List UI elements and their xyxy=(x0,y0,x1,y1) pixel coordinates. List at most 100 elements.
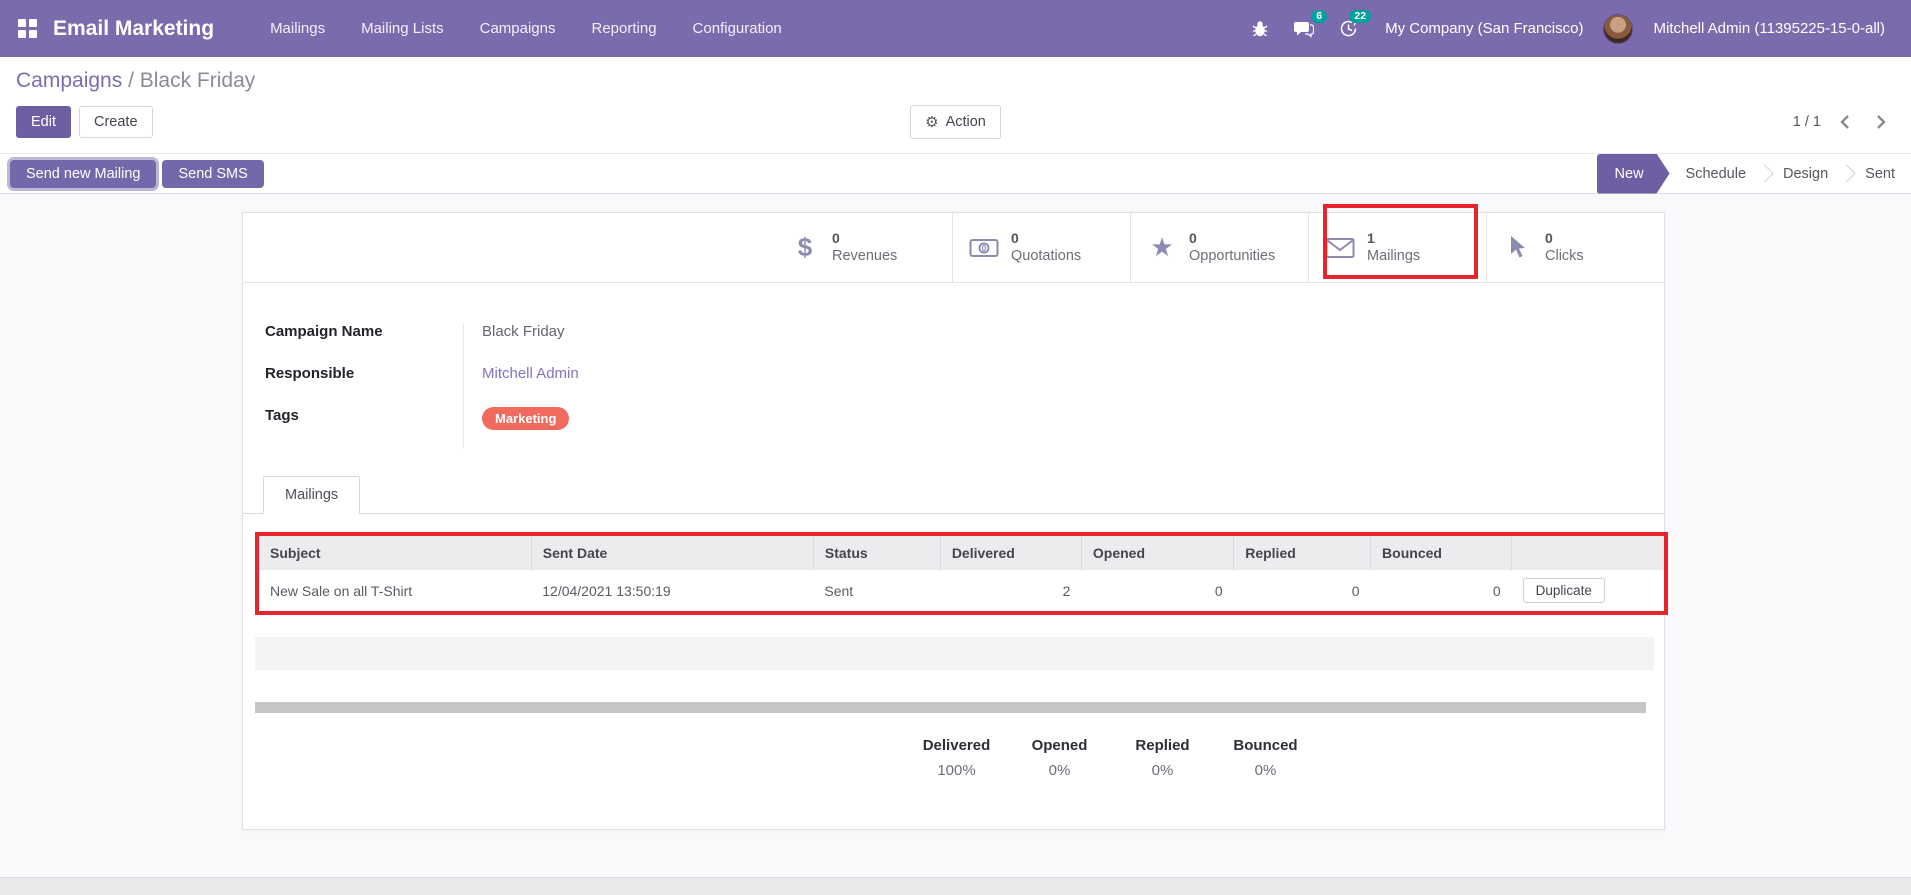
control-panel: Campaigns / Black Friday Edit Create ⚙ Ac… xyxy=(0,57,1911,153)
kpi-delivered: Delivered 100% xyxy=(905,737,1008,779)
nav-item-mailing-lists[interactable]: Mailing Lists xyxy=(347,12,458,45)
app-title[interactable]: Email Marketing xyxy=(53,17,214,41)
edit-button[interactable]: Edit xyxy=(16,106,71,138)
tab-mailings[interactable]: Mailings xyxy=(263,476,361,514)
apps-grid-icon[interactable] xyxy=(18,19,37,38)
stage-sent[interactable]: Sent xyxy=(1849,154,1911,193)
clicks-label: Clicks xyxy=(1545,248,1584,265)
campaign-form-card: $ 0 Revenues 0 0 Quotations ★ 0 Opportun… xyxy=(242,204,1668,830)
kpi-replied: Replied 0% xyxy=(1111,737,1214,779)
stat-button-opportunities[interactable]: ★ 0 Opportunities xyxy=(1130,213,1308,282)
nav-item-mailings[interactable]: Mailings xyxy=(256,12,339,45)
column-bounced[interactable]: Bounced xyxy=(1370,536,1512,570)
kpi-opened-value: 0% xyxy=(1048,762,1071,779)
mailings-value: 1 xyxy=(1367,229,1375,246)
messages-icon[interactable]: 6 xyxy=(1287,9,1328,46)
action-label: Action xyxy=(945,114,986,130)
stage-pipeline: New Schedule Design Sent xyxy=(1597,154,1911,193)
send-sms-button[interactable]: Send SMS xyxy=(162,159,264,188)
kpi-opened: Opened 0% xyxy=(1008,737,1111,779)
kpi-replied-label: Replied xyxy=(1135,737,1190,754)
clicks-value: 0 xyxy=(1545,229,1553,246)
user-avatar[interactable] xyxy=(1603,13,1634,44)
kpi-bounced-label: Bounced xyxy=(1233,737,1298,754)
stat-button-clicks[interactable]: 0 Clicks xyxy=(1486,213,1664,282)
top-navbar: Email Marketing Mailings Mailing Lists C… xyxy=(0,0,1911,57)
cell-delivered[interactable]: 2 xyxy=(940,570,1082,611)
column-delivered[interactable]: Delivered xyxy=(939,536,1082,570)
horizontal-scrollbar[interactable] xyxy=(255,702,1646,713)
empty-row-stripe xyxy=(255,637,1654,670)
stat-button-quotations[interactable]: 0 0 Quotations xyxy=(952,213,1130,282)
stage-schedule[interactable]: Schedule xyxy=(1670,154,1762,193)
quotations-label: Quotations xyxy=(1011,248,1082,265)
create-button[interactable]: Create xyxy=(79,106,153,138)
quotations-value: 0 xyxy=(1011,229,1019,246)
column-subject[interactable]: Subject xyxy=(259,536,532,570)
kpi-delivered-label: Delivered xyxy=(922,737,991,754)
revenues-value: 0 xyxy=(832,229,840,246)
user-menu[interactable]: Mitchell Admin (11395225-15-0-all) xyxy=(1643,20,1895,37)
star-icon: ★ xyxy=(1150,232,1174,262)
pager-previous-icon[interactable] xyxy=(1839,114,1850,130)
stage-design[interactable]: Design xyxy=(1767,154,1844,193)
table-row[interactable]: New Sale on all T-Shirt 12/04/2021 13:50… xyxy=(259,570,1664,611)
column-opened[interactable]: Opened xyxy=(1080,536,1234,570)
activities-count-badge: 22 xyxy=(1349,9,1372,23)
cell-replied[interactable]: 0 xyxy=(1233,570,1371,611)
empty-row-white xyxy=(243,615,1664,637)
footer-strip xyxy=(0,877,1911,895)
responsible-label: Responsible xyxy=(265,365,355,382)
duplicate-button[interactable]: Duplicate xyxy=(1522,578,1605,603)
kpi-bounced-value: 0% xyxy=(1254,762,1277,779)
responsible-link[interactable]: Mitchell Admin xyxy=(482,365,579,382)
campaign-name-label: Campaign Name xyxy=(265,323,383,340)
company-switcher[interactable]: My Company (San Francisco) xyxy=(1375,20,1593,37)
kpi-bounced: Bounced 0% xyxy=(1214,737,1317,779)
cell-subject[interactable]: New Sale on all T-Shirt xyxy=(259,570,532,611)
breadcrumb-current: Black Friday xyxy=(139,69,256,92)
breadcrumb-separator: / xyxy=(122,69,140,92)
dollar-icon: $ xyxy=(797,232,813,262)
kpi-summary: Delivered 100% Opened 0% Replied 0% Boun… xyxy=(243,737,1664,779)
activities-clock-icon[interactable]: 22 xyxy=(1331,9,1372,46)
cell-status[interactable]: Sent xyxy=(813,570,941,611)
column-replied[interactable]: Replied xyxy=(1233,536,1371,570)
notebook-divider xyxy=(243,513,1664,514)
kpi-replied-value: 0% xyxy=(1151,762,1174,779)
messages-count-badge: 6 xyxy=(1311,9,1328,23)
main-content: $ 0 Revenues 0 0 Quotations ★ 0 Opportun… xyxy=(0,194,1911,830)
opportunities-label: Opportunities xyxy=(1189,248,1276,265)
table-header-row: Subject Sent Date Status Delivered Opene… xyxy=(259,536,1664,570)
column-actions xyxy=(1511,536,1664,570)
notebook: Mailings xyxy=(243,475,1664,514)
breadcrumb: Campaigns / Black Friday xyxy=(16,69,1895,93)
nav-item-configuration[interactable]: Configuration xyxy=(679,12,796,45)
money-bill-icon: 0 xyxy=(969,238,999,258)
tag-marketing[interactable]: Marketing xyxy=(482,407,570,430)
nav-item-campaigns[interactable]: Campaigns xyxy=(466,12,570,45)
revenues-label: Revenues xyxy=(832,248,898,265)
debug-bug-icon[interactable] xyxy=(1243,12,1277,46)
cell-sent-date[interactable]: 12/04/2021 13:50:19 xyxy=(531,570,814,611)
stat-button-mailings[interactable]: 1 Mailings xyxy=(1308,204,1486,282)
cell-opened[interactable]: 0 xyxy=(1081,570,1234,611)
breadcrumb-campaigns[interactable]: Campaigns xyxy=(16,69,122,92)
send-new-mailing-button[interactable]: Send new Mailing xyxy=(10,159,157,188)
pager-next-icon[interactable] xyxy=(1876,114,1887,130)
column-sent-date[interactable]: Sent Date xyxy=(530,536,814,570)
nav-item-reporting[interactable]: Reporting xyxy=(578,12,671,45)
nav-menu: Mailings Mailing Lists Campaigns Reporti… xyxy=(256,12,796,45)
envelope-icon xyxy=(1325,237,1355,259)
tags-label: Tags xyxy=(265,407,299,424)
column-status[interactable]: Status xyxy=(812,536,941,570)
cell-bounced[interactable]: 0 xyxy=(1370,570,1512,611)
action-menu-button[interactable]: ⚙ Action xyxy=(910,105,1001,139)
stat-button-box: $ 0 Revenues 0 0 Quotations ★ 0 Opportun… xyxy=(243,204,1664,283)
empty-row-white xyxy=(243,670,1664,702)
mailings-table: Subject Sent Date Status Delivered Opene… xyxy=(259,536,1664,611)
stat-button-revenues[interactable]: $ 0 Revenues xyxy=(774,213,952,282)
stage-new[interactable]: New xyxy=(1597,154,1670,194)
kpi-delivered-value: 100% xyxy=(937,762,976,779)
kpi-opened-label: Opened xyxy=(1031,737,1088,754)
